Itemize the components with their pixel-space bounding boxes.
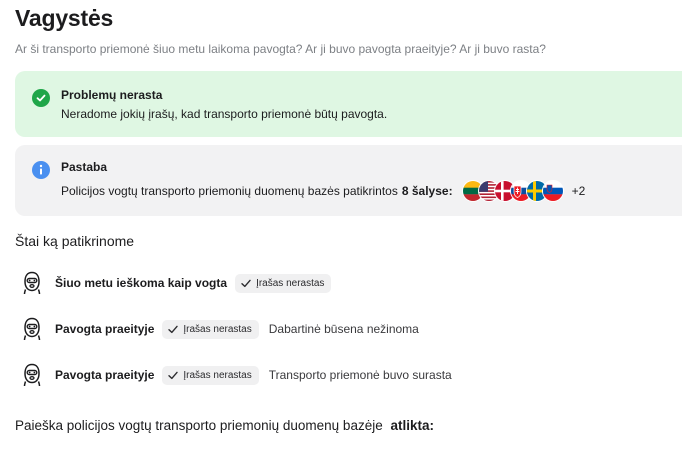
page-title: Vagystės bbox=[15, 5, 114, 31]
check-row-stolen-past-unknown: Pavogta praeityje Įrašas nerastas Dabart… bbox=[22, 317, 419, 341]
check-extra-info: Dabartinė būsena nežinoma bbox=[268, 322, 419, 336]
check-extra-info: Transporto priemonė buvo surasta bbox=[268, 368, 452, 382]
checks-heading: Štai ką patikrinome bbox=[15, 233, 135, 249]
status-text: Neradome jokių įrašų, kad transporto pri… bbox=[61, 107, 388, 121]
status-badge-label: Įrašas nerastas bbox=[183, 323, 252, 335]
balaclava-icon bbox=[23, 317, 41, 341]
check-label: Pavogta praeityje bbox=[55, 322, 155, 336]
check-row-currently-wanted: Šiuo metu ieškoma kaip vogta Įrašas nera… bbox=[22, 271, 332, 295]
search-footer: Paieška policijos vogtų transporto priem… bbox=[15, 418, 434, 433]
footer-bold: atlikta: bbox=[390, 418, 434, 433]
footer-text: Paieška policijos vogtų transporto priem… bbox=[15, 418, 383, 433]
check-row-stolen-past-recovered: Pavogta praeityje Įrašas nerastas Transp… bbox=[22, 363, 452, 387]
balaclava-icon bbox=[23, 271, 41, 295]
page-subtitle: Ar ši transporto priemonė šiuo metu laik… bbox=[15, 42, 546, 56]
check-icon bbox=[168, 371, 179, 379]
check-label: Šiuo metu ieškoma kaip vogta bbox=[55, 276, 228, 290]
balaclava-icon bbox=[23, 363, 41, 387]
note-card: Pastaba Policijos vogtų transporto priem… bbox=[15, 145, 682, 216]
status-badge: Įrašas nerastas bbox=[235, 273, 332, 293]
country-flags[interactable] bbox=[461, 180, 564, 202]
note-title: Pastaba bbox=[61, 160, 108, 174]
more-countries-count[interactable]: +2 bbox=[572, 184, 586, 198]
status-badge: Įrašas nerastas bbox=[162, 365, 259, 385]
note-country-count: 8 šalyse: bbox=[401, 184, 453, 198]
check-icon bbox=[241, 279, 251, 287]
note-text: Policijos vogtų transporto priemonių duo… bbox=[61, 180, 585, 202]
note-text-prefix: Policijos vogtų transporto priemonių duo… bbox=[61, 184, 398, 198]
check-label: Pavogta praeityje bbox=[55, 368, 155, 382]
info-circle-icon bbox=[32, 161, 50, 179]
status-title: Problemų nerasta bbox=[61, 88, 163, 102]
slovenia-flag-icon bbox=[541, 180, 564, 202]
check-circle-icon bbox=[32, 89, 50, 107]
check-icon bbox=[168, 325, 179, 333]
status-badge: Įrašas nerastas bbox=[162, 319, 259, 339]
no-problems-card: Problemų nerasta Neradome jokių įrašų, k… bbox=[15, 71, 682, 137]
status-badge-label: Įrašas nerastas bbox=[183, 369, 252, 381]
status-badge-label: Įrašas nerastas bbox=[256, 277, 325, 289]
